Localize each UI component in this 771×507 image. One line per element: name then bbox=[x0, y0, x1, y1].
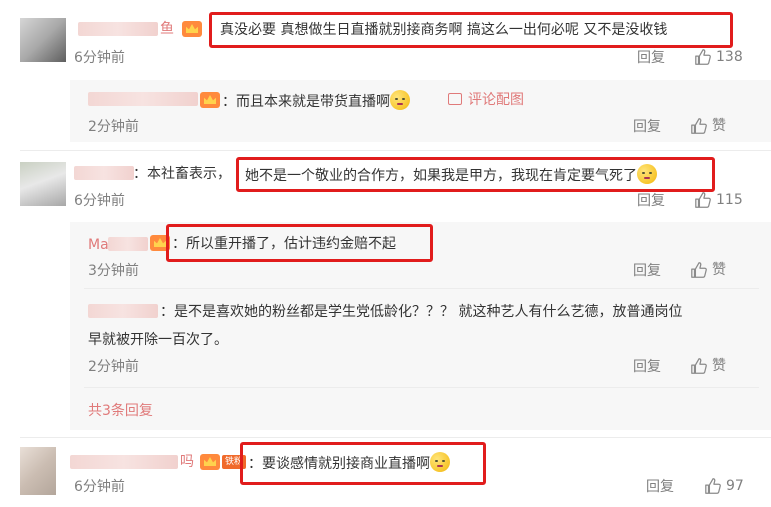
like-count: 97 bbox=[726, 478, 744, 494]
like-count: 138 bbox=[716, 49, 743, 65]
like-button[interactable]: 赞 bbox=[690, 116, 726, 136]
username-tail[interactable]: 吗 bbox=[180, 451, 194, 471]
highlight-box bbox=[236, 157, 715, 192]
comment-text: ：本社畜表示， bbox=[133, 166, 231, 182]
reply-button[interactable]: 回复 bbox=[646, 477, 674, 497]
reply-button[interactable]: 回复 bbox=[633, 357, 661, 377]
reply-time: 2分钟前 bbox=[88, 359, 139, 375]
username-blurred[interactable] bbox=[70, 455, 178, 469]
divider bbox=[84, 288, 759, 289]
thumb-up-icon bbox=[695, 49, 711, 65]
thumb-up-icon bbox=[691, 262, 707, 278]
emoji-icon bbox=[390, 90, 410, 110]
vip-crown-icon bbox=[182, 21, 202, 37]
avatar[interactable] bbox=[20, 162, 66, 206]
reply-username-blurred[interactable] bbox=[88, 304, 158, 318]
like-button[interactable]: 97 bbox=[704, 476, 744, 496]
vip-crown-icon bbox=[200, 92, 220, 108]
highlight-box bbox=[240, 442, 486, 485]
reply-button[interactable]: 回复 bbox=[633, 117, 661, 137]
vip-crown-icon bbox=[200, 454, 220, 470]
like-button[interactable]: 138 bbox=[694, 47, 743, 67]
reply-time: 2分钟前 bbox=[88, 119, 139, 135]
more-replies-link[interactable]: 共3条回复 bbox=[88, 401, 153, 421]
comment-time: 6分钟前 bbox=[74, 479, 125, 495]
like-button[interactable]: 赞 bbox=[690, 356, 726, 376]
like-count: 115 bbox=[716, 192, 743, 208]
divider bbox=[20, 150, 771, 151]
reply-button[interactable]: 回复 bbox=[637, 191, 665, 211]
highlight-box bbox=[209, 12, 733, 48]
thumb-up-icon bbox=[691, 358, 707, 374]
reply-username-blurred[interactable] bbox=[108, 237, 148, 251]
reply-username-blurred[interactable] bbox=[88, 92, 198, 106]
username-blurred[interactable] bbox=[74, 166, 134, 180]
comment-image-link[interactable]: 评论配图 bbox=[468, 90, 524, 110]
highlight-box bbox=[166, 224, 433, 262]
thumb-up-icon bbox=[705, 478, 721, 494]
divider bbox=[84, 387, 759, 388]
like-button[interactable]: 赞 bbox=[690, 260, 726, 280]
reply-button[interactable]: 回复 bbox=[637, 48, 665, 68]
avatar[interactable] bbox=[20, 447, 56, 495]
like-button[interactable]: 115 bbox=[694, 190, 743, 210]
reply-text-line1: ：是不是喜欢她的粉丝都是学生党低龄化？？？ 就这种艺人有什么艺德，放普通岗位 bbox=[160, 304, 683, 320]
reply-text: ：而且本来就是带货直播啊 bbox=[222, 94, 390, 110]
comment-time: 6分钟前 bbox=[74, 50, 125, 66]
username-blurred[interactable] bbox=[78, 22, 158, 36]
divider bbox=[20, 437, 771, 438]
reply-username[interactable]: Ma bbox=[88, 235, 109, 255]
thumb-up-icon bbox=[691, 118, 707, 134]
reply-area bbox=[70, 80, 771, 142]
like-label: 赞 bbox=[712, 358, 726, 374]
image-icon bbox=[448, 93, 462, 105]
like-label: 赞 bbox=[712, 118, 726, 134]
like-label: 赞 bbox=[712, 262, 726, 278]
thumb-up-icon bbox=[695, 192, 711, 208]
reply-button[interactable]: 回复 bbox=[633, 261, 661, 281]
username-tail[interactable]: 鱼 bbox=[160, 18, 174, 38]
reply-text-line2: 早就被开除一百次了。 bbox=[88, 332, 228, 348]
comment-time: 6分钟前 bbox=[74, 193, 125, 209]
avatar[interactable] bbox=[20, 18, 66, 62]
reply-time: 3分钟前 bbox=[88, 263, 139, 279]
